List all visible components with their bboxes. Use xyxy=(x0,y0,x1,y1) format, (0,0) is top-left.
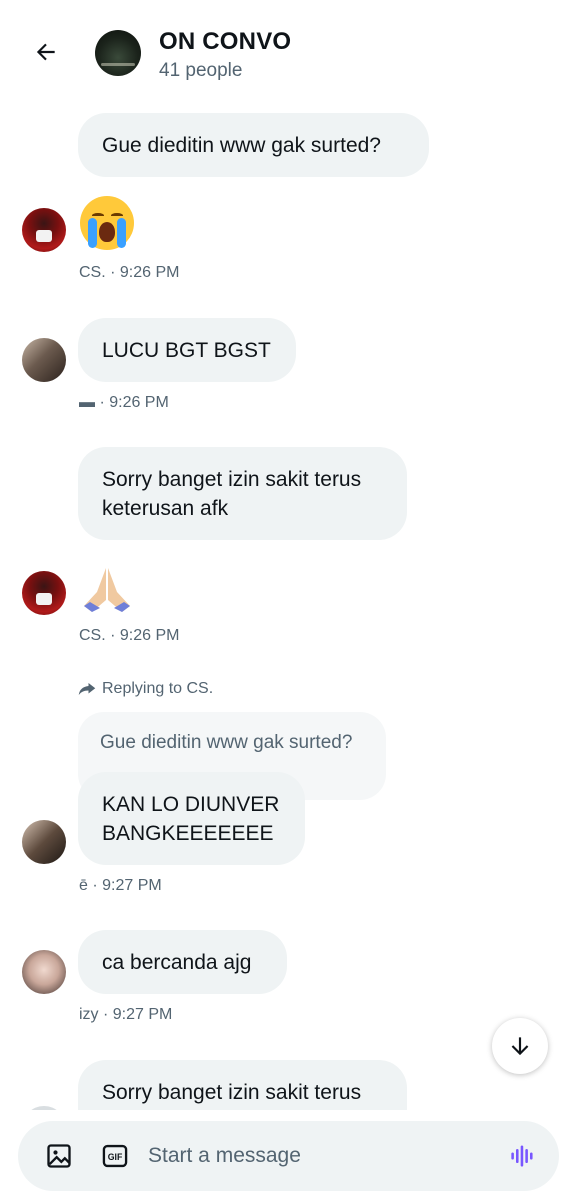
gif-button[interactable]: GIF xyxy=(100,1141,130,1171)
message-text-line: Sorry banget izin sakit terus xyxy=(102,467,362,491)
message-bubble[interactable]: KAN LO DIUNVER BANGKEEEEEEE xyxy=(78,772,305,865)
reply-label: Replying to CS. xyxy=(102,680,214,697)
gif-icon: GIF xyxy=(102,1144,128,1168)
message-list[interactable]: Gue dieditin www gak surted? CS. · 9:26 … xyxy=(0,100,577,1110)
composer: GIF xyxy=(18,1121,559,1191)
reply-arrow-icon xyxy=(78,683,96,695)
message-meta: CS. · 9:26 PM xyxy=(79,627,180,644)
message-bubble[interactable]: ca bercanda ajg xyxy=(78,930,287,994)
message-bubble[interactable]: Gue dieditin www gak surted? xyxy=(78,113,429,177)
arrow-left-icon xyxy=(36,43,55,61)
gif-label: GIF xyxy=(108,1152,123,1162)
reply-indicator: Replying to CS. xyxy=(78,680,213,698)
message-text: LUCU BGT BGST xyxy=(102,338,271,362)
message-bubble[interactable]: Sorry banget izin sakit terus xyxy=(78,1060,407,1110)
message-text: Sorry banget izin sakit terus xyxy=(102,1081,362,1104)
message-meta: ē · 9:27 PM xyxy=(79,877,162,894)
message-bubble[interactable]: LUCU BGT BGST xyxy=(78,318,296,382)
back-button[interactable] xyxy=(28,34,64,70)
avatar[interactable] xyxy=(22,571,66,615)
scroll-to-bottom-button[interactable] xyxy=(492,1018,548,1074)
avatar[interactable] xyxy=(22,208,66,252)
message-meta: izy · 9:27 PM xyxy=(79,1006,173,1023)
message-text-line: BANGKEEEEEEE xyxy=(102,821,274,845)
message-text-line: KAN LO DIUNVER xyxy=(102,792,280,816)
conversation-header: ON CONVO 41 people xyxy=(0,0,577,100)
avatar[interactable] xyxy=(22,950,66,994)
message-text-line: keterusan afk xyxy=(102,496,229,520)
crying-face-emoji-icon[interactable] xyxy=(80,196,134,250)
group-title[interactable]: ON CONVO xyxy=(159,28,291,56)
avatar[interactable] xyxy=(22,820,66,864)
group-avatar[interactable] xyxy=(95,30,141,76)
arrow-down-icon xyxy=(511,1037,529,1056)
media-button[interactable] xyxy=(44,1141,74,1171)
message-bubble[interactable]: Sorry banget izin sakit terus keterusan … xyxy=(78,447,407,540)
folded-hands-emoji-icon[interactable] xyxy=(80,562,134,616)
message-text: ca bercanda ajg xyxy=(102,950,252,974)
composer-bar: GIF xyxy=(0,1110,577,1200)
message-meta: CS. · 9:26 PM xyxy=(79,264,180,281)
message-text: Gue dieditin www gak surted? xyxy=(102,133,381,157)
quoted-text: Gue dieditin www gak surted? xyxy=(100,732,353,753)
participant-count[interactable]: 41 people xyxy=(159,60,242,82)
voice-message-button[interactable] xyxy=(508,1141,538,1171)
message-input[interactable] xyxy=(148,1136,498,1176)
image-icon xyxy=(47,1144,71,1168)
message-meta: ▬ · 9:26 PM xyxy=(79,394,169,411)
avatar[interactable] xyxy=(22,338,66,382)
voice-waveform-icon xyxy=(511,1145,533,1167)
